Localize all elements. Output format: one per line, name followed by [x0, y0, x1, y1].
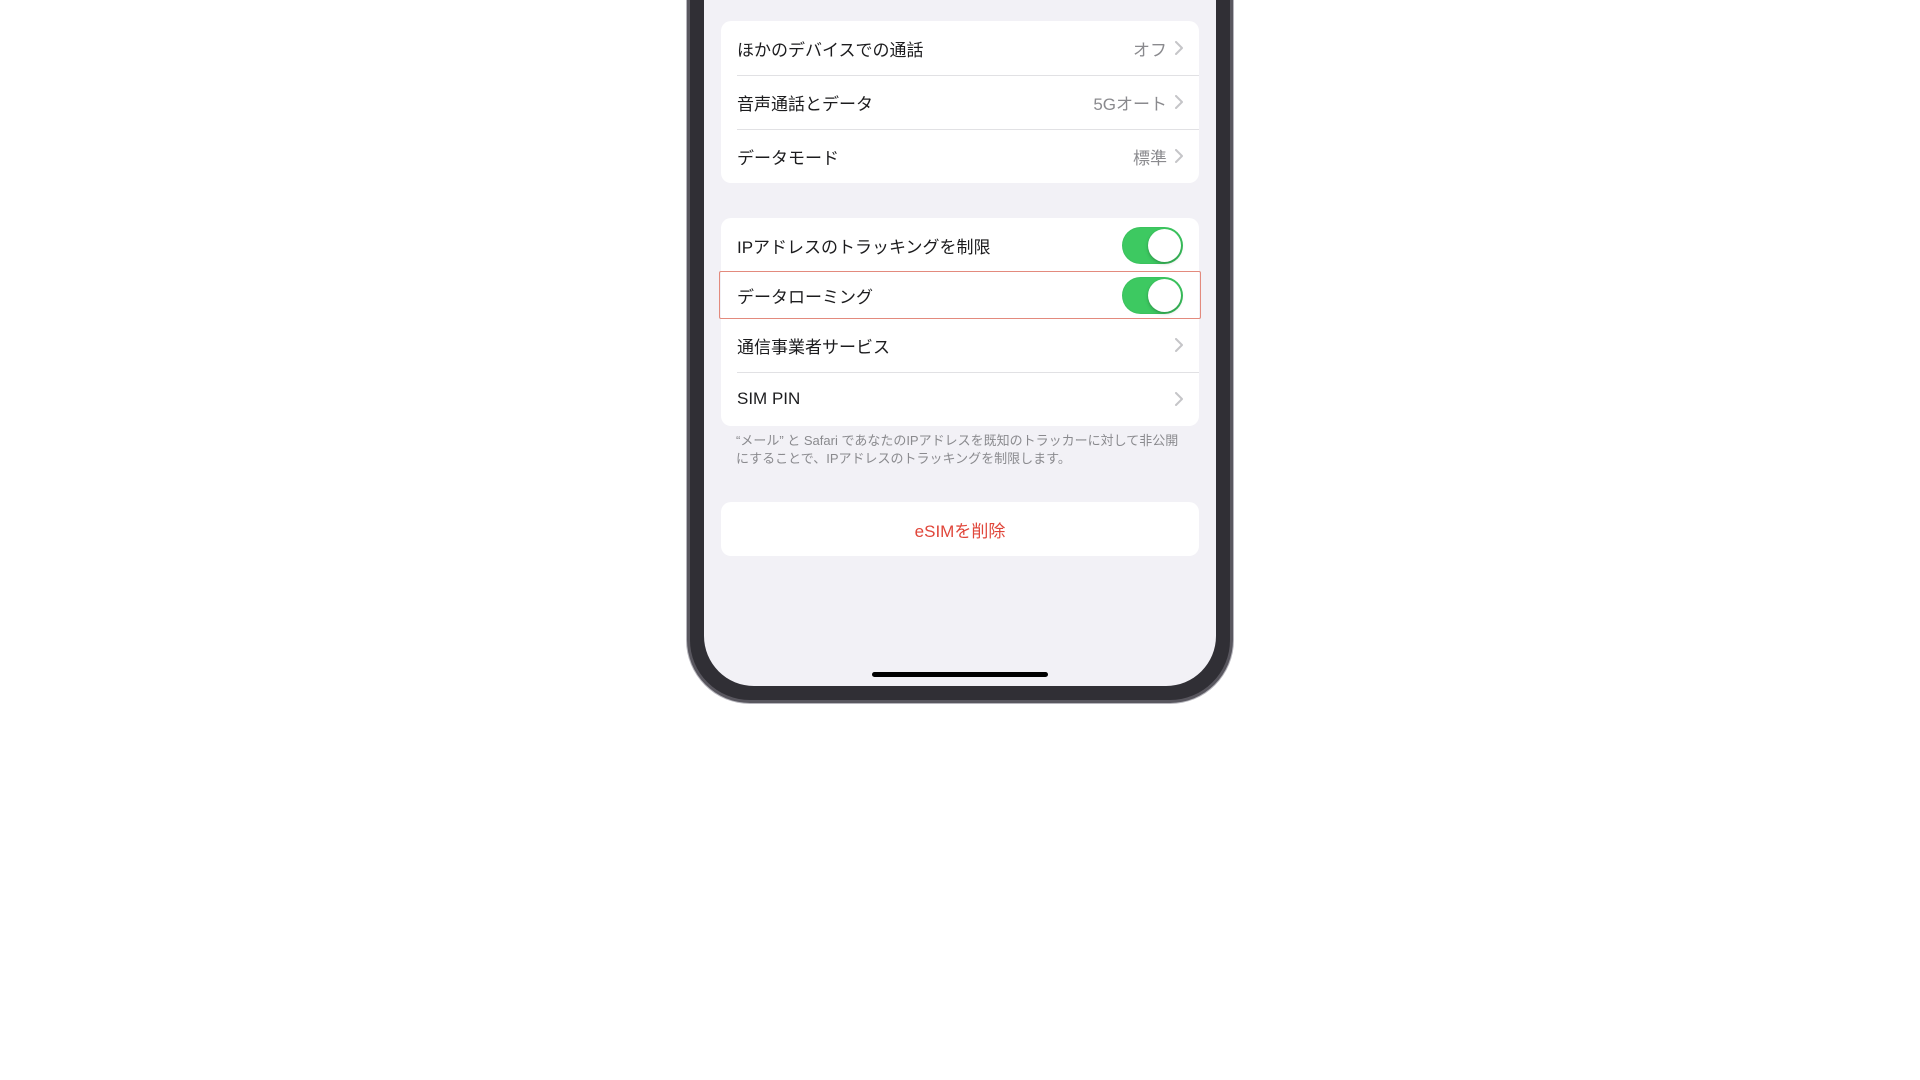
phone-frame: ほかのデバイスでの通話 オフ 音声通話とデータ 5Gオート データモード 標準 — [690, 0, 1230, 700]
delete-esim-label: eSIMを削除 — [737, 517, 1183, 542]
row-value: 標準 — [1133, 144, 1167, 169]
row-data-mode[interactable]: データモード 標準 — [721, 129, 1199, 183]
row-label: データローミング — [737, 283, 1122, 308]
row-limit-ip-tracking[interactable]: IPアドレスのトラッキングを制限 — [721, 218, 1199, 272]
row-calls-on-other-devices[interactable]: ほかのデバイスでの通話 オフ — [721, 21, 1199, 75]
settings-group-network: IPアドレスのトラッキングを制限 データローミング 通信事業者サービス SIM … — [721, 218, 1199, 426]
row-delete-esim[interactable]: eSIMを削除 — [721, 502, 1199, 556]
row-sim-pin[interactable]: SIM PIN — [721, 372, 1199, 426]
row-data-roaming[interactable]: データローミング — [720, 272, 1200, 318]
chevron-right-icon — [1175, 392, 1183, 406]
row-label: SIM PIN — [737, 389, 1175, 409]
row-voice-and-data[interactable]: 音声通話とデータ 5Gオート — [721, 75, 1199, 129]
settings-group-delete-esim: eSIMを削除 — [721, 502, 1199, 556]
row-value: オフ — [1133, 36, 1167, 61]
settings-group-calls-data: ほかのデバイスでの通話 オフ 音声通話とデータ 5Gオート データモード 標準 — [721, 21, 1199, 183]
settings-screen: ほかのデバイスでの通話 オフ 音声通話とデータ 5Gオート データモード 標準 — [704, 0, 1216, 686]
chevron-right-icon — [1175, 149, 1183, 163]
row-carrier-services[interactable]: 通信事業者サービス — [721, 318, 1199, 372]
row-value: 5Gオート — [1093, 90, 1167, 115]
chevron-right-icon — [1175, 95, 1183, 109]
row-label: ほかのデバイスでの通話 — [737, 36, 1133, 61]
row-label: 通信事業者サービス — [737, 333, 1175, 358]
row-label: 音声通話とデータ — [737, 90, 1093, 115]
chevron-right-icon — [1175, 41, 1183, 55]
toggle-limit-ip-tracking[interactable] — [1122, 227, 1183, 264]
toggle-data-roaming[interactable] — [1122, 277, 1183, 314]
chevron-right-icon — [1175, 338, 1183, 352]
row-label: データモード — [737, 144, 1133, 169]
home-indicator[interactable] — [872, 672, 1048, 677]
phone-screen: ほかのデバイスでの通話 オフ 音声通話とデータ 5Gオート データモード 標準 — [704, 0, 1216, 686]
row-label: IPアドレスのトラッキングを制限 — [737, 233, 1122, 258]
ip-tracking-footer-note: “メール” と Safari であなたのIPアドレスを既知のトラッカーに対して非… — [704, 432, 1216, 467]
